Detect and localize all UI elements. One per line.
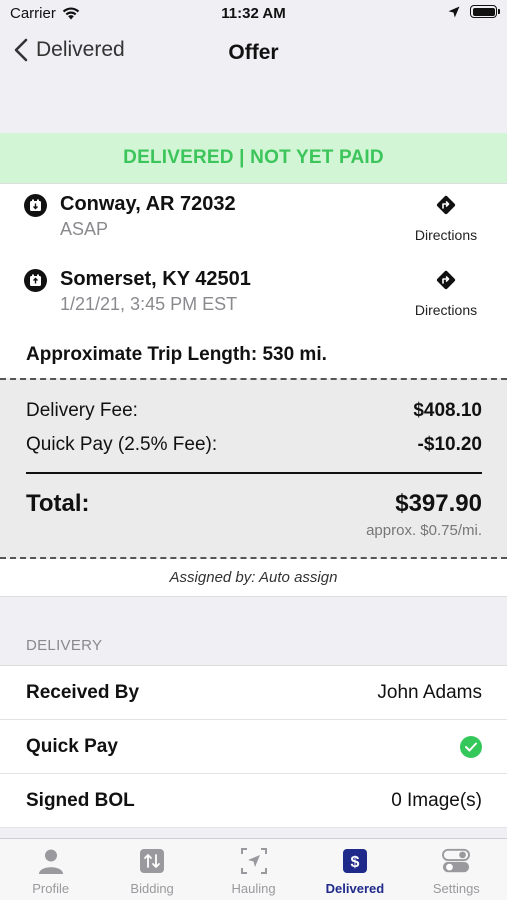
svg-text:$: $ xyxy=(350,854,359,871)
tab-hauling-label: Hauling xyxy=(231,881,276,896)
total-label: Total: xyxy=(26,490,90,517)
tab-profile-label: Profile xyxy=(32,881,70,896)
checkmark-circle-icon xyxy=(460,735,482,758)
total-row: Total: $397.90 xyxy=(26,490,482,518)
quick-pay-label: Quick Pay xyxy=(26,735,118,757)
delivery-list: Received By John Adams Quick Pay Signed … xyxy=(0,665,507,828)
quick-pay-row: Quick Pay xyxy=(0,720,507,774)
per-mile-rate: approx. $0.75/mi. xyxy=(366,522,482,539)
route-card: Conway, AR 72032 ASAP Directions Somerse… xyxy=(0,183,507,378)
tab-bidding-label: Bidding xyxy=(130,881,174,896)
directions-icon xyxy=(436,270,456,290)
quick-pay-fee-value: -$10.20 xyxy=(417,434,482,455)
directions-label: Directions xyxy=(414,227,478,243)
signed-bol-row[interactable]: Signed BOL 0 Image(s) xyxy=(0,774,507,828)
delivery-fee-row: Delivery Fee: $408.10 xyxy=(26,400,482,422)
dropoff-directions-button[interactable]: Directions xyxy=(408,269,484,318)
delivery-fee-value: $408.10 xyxy=(413,400,482,421)
received-by-label: Received By xyxy=(26,681,140,703)
navigation-bar: Delivered Offer xyxy=(0,30,507,76)
tab-bar: Profile Bidding Hauling $ Delivered Sett… xyxy=(0,838,507,900)
person-icon xyxy=(37,847,65,875)
total-divider xyxy=(26,472,482,474)
dropoff-stop: Somerset, KY 42501 1/21/21, 3:45 PM EST … xyxy=(24,261,484,321)
quick-pay-fee-label: Quick Pay (2.5% Fee): xyxy=(26,434,218,455)
pickup-time: ASAP xyxy=(60,219,109,239)
quick-pay-fee-row: Quick Pay (2.5% Fee): -$10.20 xyxy=(26,434,482,456)
tab-delivered-label: Delivered xyxy=(325,881,385,896)
pickup-city: Conway, AR 72032 xyxy=(60,193,236,215)
delivery-section-header: DELIVERY xyxy=(26,637,103,654)
total-value: $397.90 xyxy=(395,490,482,517)
delivery-fee-label: Delivery Fee: xyxy=(26,400,138,421)
bidding-icon xyxy=(138,847,166,875)
tab-profile[interactable]: Profile xyxy=(0,839,101,900)
status-banner: DELIVERED | NOT YET PAID xyxy=(0,133,507,183)
tab-delivered[interactable]: $ Delivered xyxy=(304,839,405,900)
signed-bol-value: 0 Image(s) xyxy=(391,789,482,811)
tab-settings-label: Settings xyxy=(432,881,480,896)
pickup-icon xyxy=(24,194,47,217)
status-right xyxy=(448,5,500,18)
page-title: Offer xyxy=(228,41,279,64)
location-arrow-icon xyxy=(448,6,460,17)
directions-label: Directions xyxy=(414,302,478,318)
assigned-by: Assigned by: Auto assign xyxy=(0,559,507,597)
tab-hauling[interactable]: Hauling xyxy=(203,839,304,900)
dollar-icon: $ xyxy=(341,847,369,875)
pickup-directions-button[interactable]: Directions xyxy=(408,194,484,243)
dropoff-icon xyxy=(24,269,47,292)
tab-bidding[interactable]: Bidding xyxy=(101,839,202,900)
pickup-stop: Conway, AR 72032 ASAP Directions xyxy=(24,186,484,246)
battery-icon xyxy=(470,5,500,18)
dropoff-city: Somerset, KY 42501 xyxy=(60,268,251,290)
dropoff-time: 1/21/21, 3:45 PM EST xyxy=(60,294,238,314)
received-by-value: John Adams xyxy=(377,681,482,703)
navigation-icon xyxy=(240,847,268,875)
fee-summary: Delivery Fee: $408.10 Quick Pay (2.5% Fe… xyxy=(0,378,507,559)
signed-bol-label: Signed BOL xyxy=(26,789,135,811)
directions-icon xyxy=(436,195,456,215)
toggles-icon xyxy=(442,847,471,875)
tab-settings[interactable]: Settings xyxy=(406,839,507,900)
trip-length: Approximate Trip Length: 530 mi. xyxy=(26,344,327,365)
received-by-row: Received By John Adams xyxy=(0,666,507,720)
status-bar: Carrier 11:32 AM xyxy=(0,0,507,30)
clock: 11:32 AM xyxy=(221,5,286,22)
